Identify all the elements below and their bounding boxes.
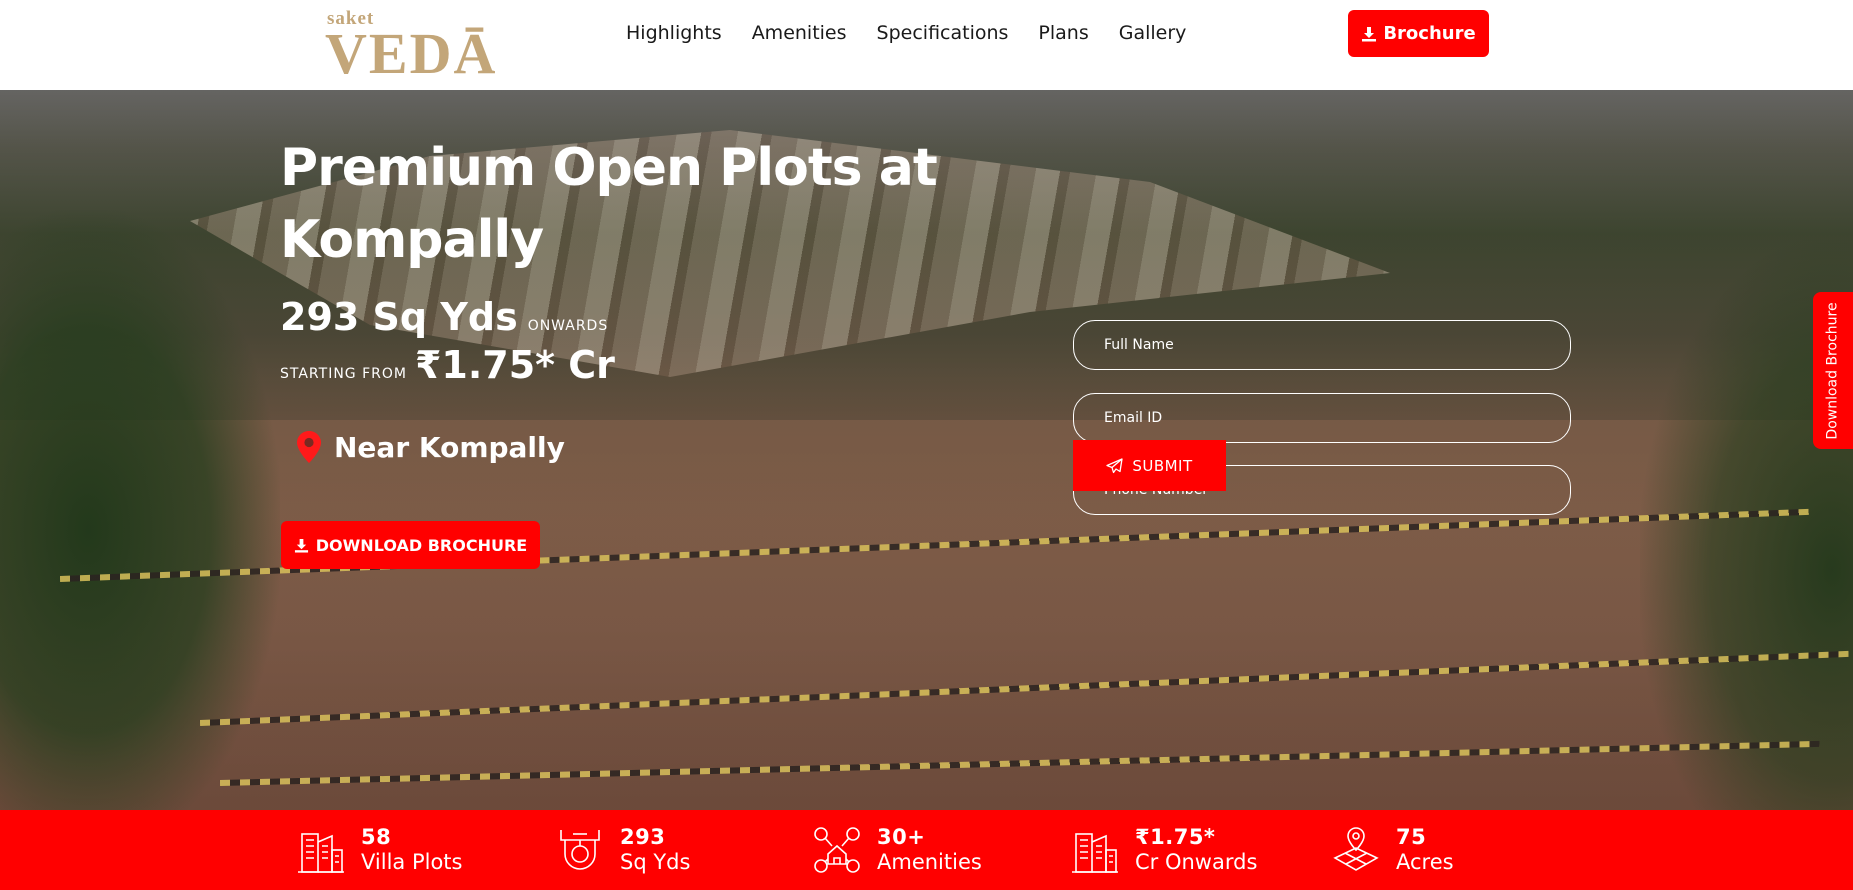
price-building-icon — [1069, 823, 1121, 877]
stat-text: 75 Acres — [1396, 825, 1454, 875]
nav-highlights[interactable]: Highlights — [626, 22, 722, 44]
plot-size-suffix: ONWARDS — [527, 318, 609, 334]
price-value: ₹1.75* Cr — [414, 343, 615, 387]
nav-amenities[interactable]: Amenities — [752, 22, 847, 44]
stat-label: Cr Onwards — [1135, 850, 1258, 874]
paper-plane-icon — [1106, 457, 1123, 473]
location: Near Kompally — [296, 430, 565, 464]
plot-size-icon — [554, 823, 606, 877]
stat-text: 58 Villa Plots — [361, 825, 462, 875]
stat-amenities: 30+ Amenities — [811, 810, 982, 890]
download-brochure-button[interactable]: DOWNLOAD BROCHURE — [281, 521, 540, 569]
submit-button[interactable]: SUBMIT — [1073, 440, 1226, 491]
stats-bar: 58 Villa Plots 293 Sq Yds 30+ Amenities — [0, 810, 1853, 890]
stat-price: ₹1.75* Cr Onwards — [1069, 810, 1257, 890]
hero-title: Premium Open Plots at Kompally — [280, 132, 980, 276]
stat-label: Acres — [1396, 850, 1454, 874]
stat-value: 58 — [361, 825, 392, 849]
stat-value: 75 — [1396, 825, 1427, 849]
stat-label: Sq Yds — [620, 850, 691, 874]
download-icon — [1362, 26, 1377, 41]
side-tab-label: Download Brochure — [1825, 301, 1842, 440]
building-icon — [295, 823, 347, 877]
location-text: Near Kompally — [334, 430, 565, 464]
nav-plans[interactable]: Plans — [1038, 22, 1088, 44]
stat-text: 293 Sq Yds — [620, 825, 690, 875]
stat-label: Amenities — [877, 850, 982, 874]
plot-size-value: 293 Sq Yds — [280, 295, 518, 339]
email-input[interactable] — [1073, 393, 1571, 443]
stat-text: 30+ Amenities — [877, 825, 982, 875]
hero-title-line2: Kompally — [280, 210, 544, 270]
amenities-icon — [811, 823, 863, 877]
saket-veda-logo[interactable]: saket VEDĀ — [325, 6, 535, 86]
side-download-brochure-tab[interactable]: Download Brochure — [1813, 292, 1853, 449]
location-pin-icon — [297, 431, 321, 463]
stat-value: ₹1.75* — [1135, 825, 1216, 849]
main-nav: Highlights Amenities Specifications Plan… — [626, 22, 1216, 44]
price-line: STARTING FROM ₹1.75* Cr — [280, 343, 615, 387]
stat-value: 30+ — [877, 825, 926, 849]
hero-title-line1: Premium Open Plots at — [280, 138, 938, 198]
plot-size-line: 293 Sq Yds ONWARDS — [280, 295, 608, 339]
full-name-input[interactable] — [1073, 320, 1571, 370]
site-header: saket VEDĀ Highlights Amenities Specific… — [0, 0, 1853, 90]
download-icon — [294, 538, 308, 553]
nav-gallery[interactable]: Gallery — [1119, 22, 1187, 44]
submit-label: SUBMIT — [1132, 456, 1193, 475]
stat-value: 293 — [620, 825, 666, 849]
stat-label: Villa Plots — [361, 850, 463, 874]
stat-villa-plots: 58 Villa Plots — [295, 810, 462, 890]
stat-text: ₹1.75* Cr Onwards — [1135, 825, 1257, 875]
price-prefix: STARTING FROM — [280, 366, 407, 382]
stat-sq-yds: 293 Sq Yds — [554, 810, 690, 890]
header-brochure-button[interactable]: Brochure — [1348, 10, 1489, 57]
map-pin-icon — [1330, 823, 1382, 877]
stat-acres: 75 Acres — [1330, 810, 1454, 890]
nav-specifications[interactable]: Specifications — [877, 22, 1009, 44]
download-brochure-label: DOWNLOAD BROCHURE — [315, 535, 528, 555]
header-brochure-label: Brochure — [1383, 23, 1476, 44]
logo-brand-big: VEDĀ — [325, 21, 498, 86]
